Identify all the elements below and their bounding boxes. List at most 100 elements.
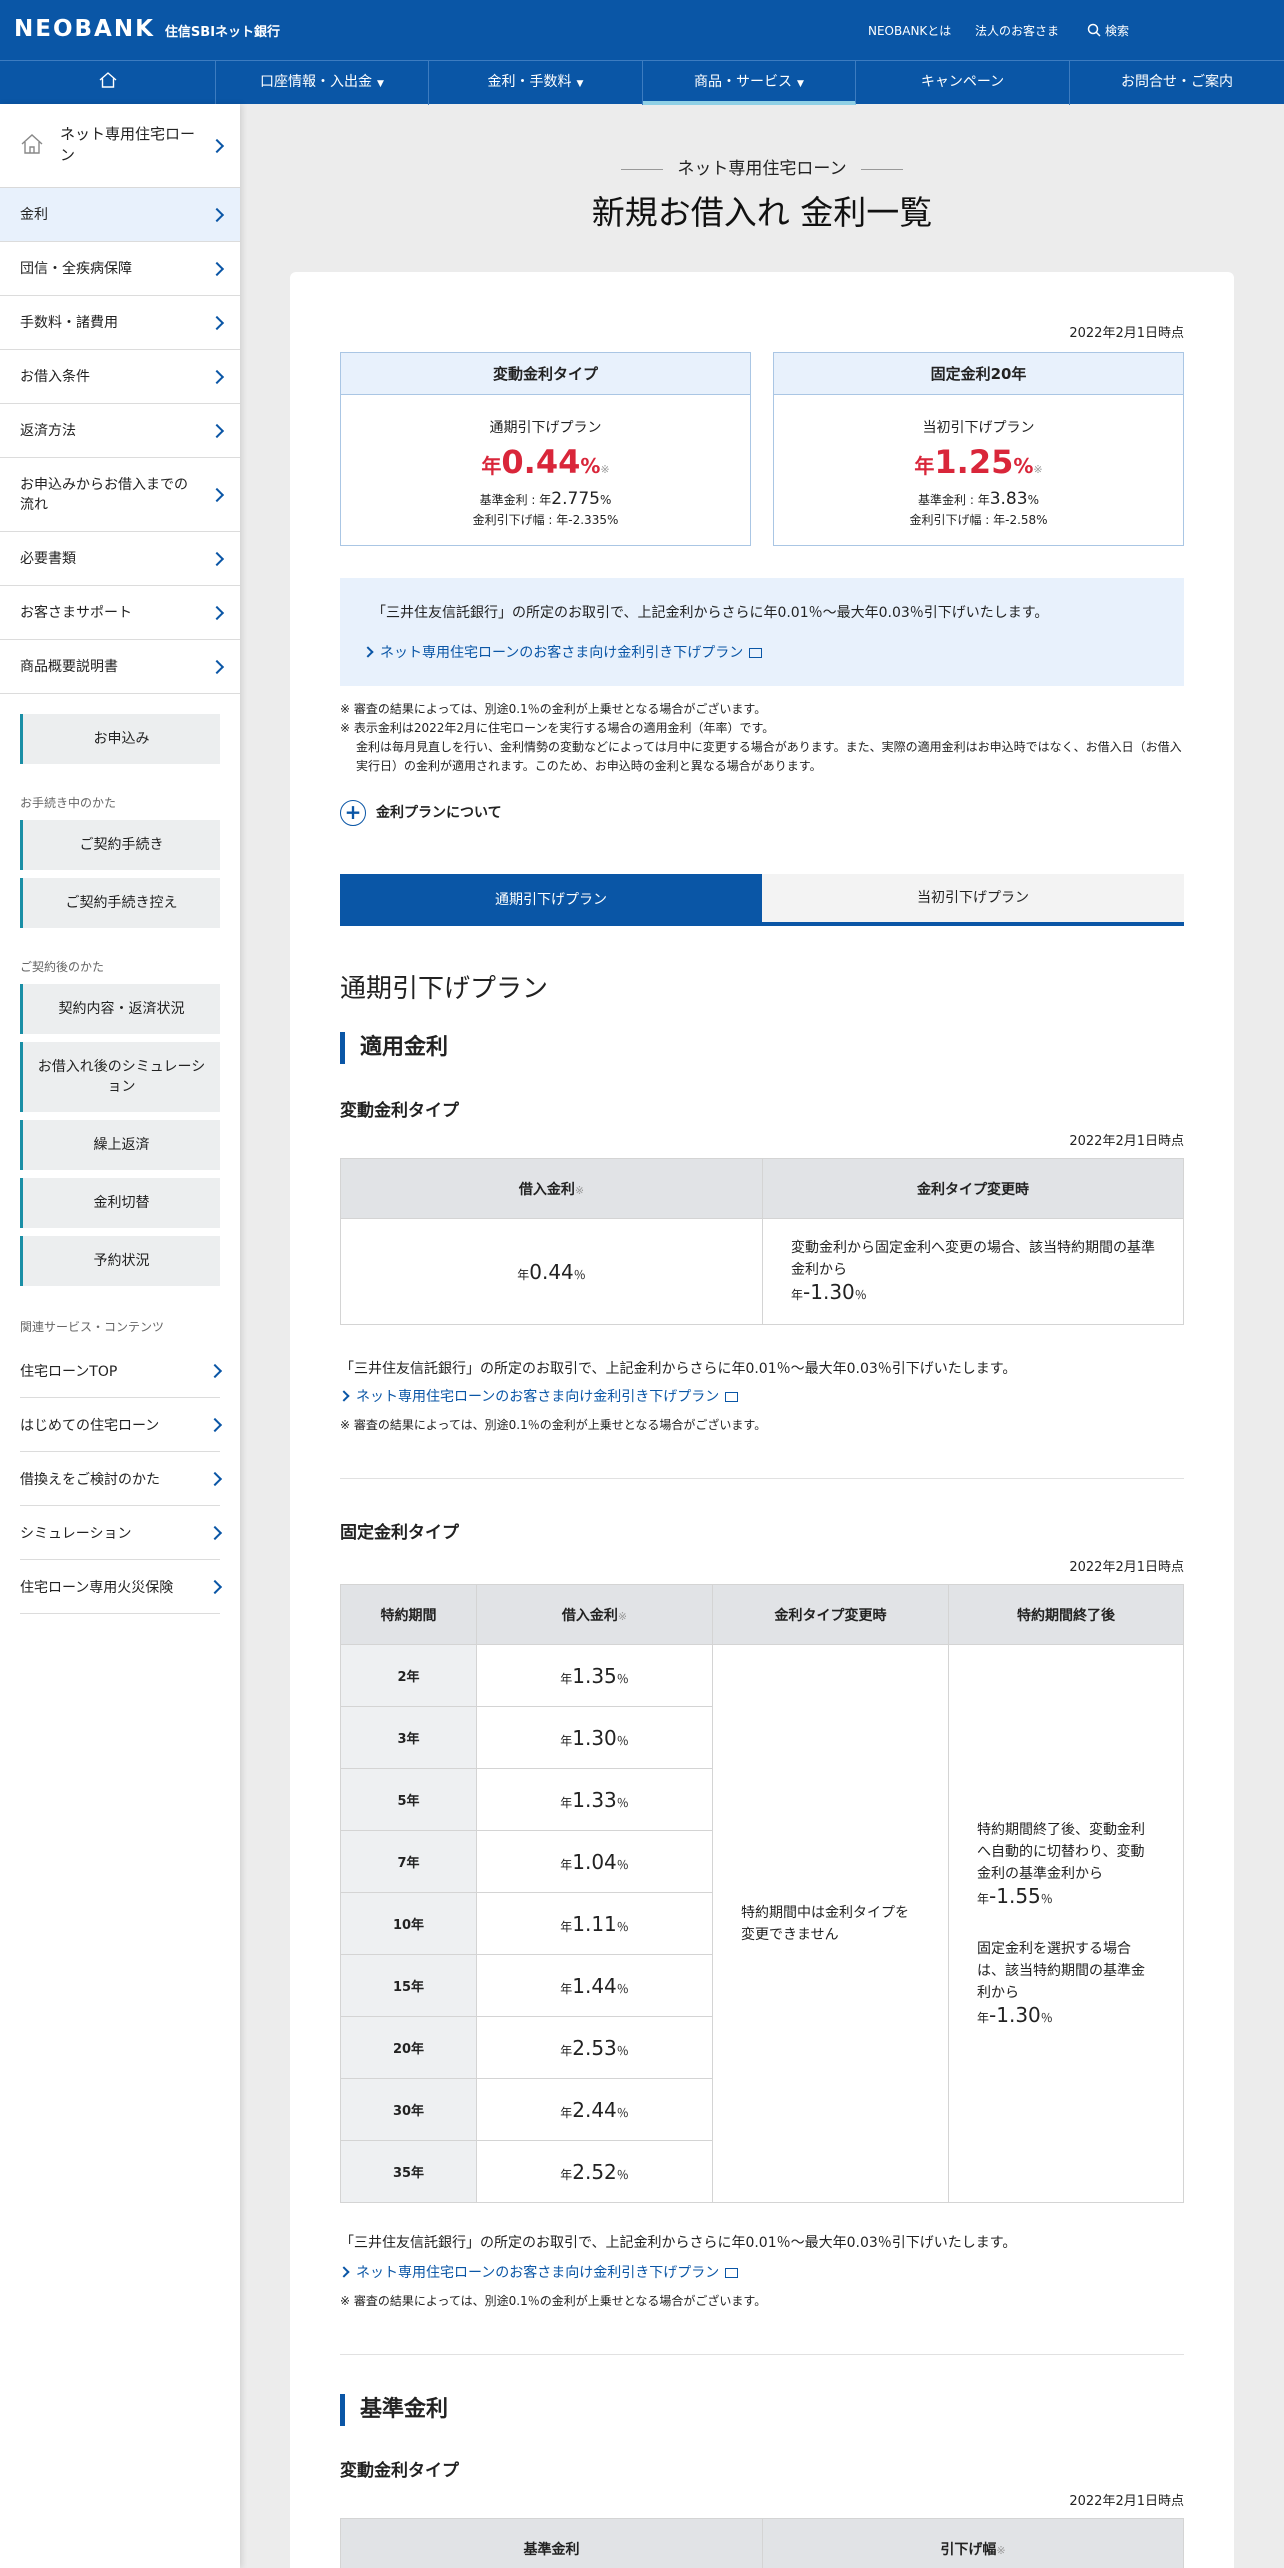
- period-end-text: 固定金利を選択する場合は、該当特約期間の基準金利から 年-1.30％: [977, 1938, 1155, 2029]
- sidebar-header[interactable]: ネット専用住宅ローン: [0, 104, 240, 188]
- sidebar-item-support[interactable]: お客さまサポート: [0, 586, 240, 640]
- base-unit: %: [599, 493, 612, 507]
- rate-cell: 年1.35％: [476, 1644, 713, 1707]
- reservation-status-button[interactable]: 予約状況: [20, 1236, 220, 1286]
- column-header: 基準金利: [340, 2518, 763, 2568]
- period-end-text: 特約期間終了後、変動金利へ自動的に切替わり、変動金利の基準金利から 年-1.55％: [977, 1819, 1155, 1910]
- apply-button[interactable]: お申込み: [20, 714, 220, 764]
- sidebar-item-documents[interactable]: 必要書類: [0, 532, 240, 586]
- variable-rate-cell: 年0.44％: [340, 1218, 763, 1325]
- nav-home[interactable]: [0, 61, 216, 105]
- nav-rates[interactable]: 金利・手数料 ▼: [429, 61, 643, 105]
- rate-value: 0.44: [501, 443, 581, 481]
- type-change-cell: 特約期間中は金利タイプを変更できません: [712, 1644, 949, 2203]
- rate-value: 1.30: [572, 1725, 617, 1750]
- rate-unit: %: [1013, 454, 1034, 478]
- chevron-right-icon: [209, 605, 225, 620]
- sidebar-item-label: 団信・全疾病保障: [20, 260, 132, 277]
- sidebar-item-conditions[interactable]: お借入条件: [0, 350, 240, 404]
- related-link-refinance[interactable]: 借換えをご検討のかた: [20, 1452, 223, 1506]
- nav-contact[interactable]: お問合せ・ご案内: [1070, 61, 1284, 105]
- rate-box-diff: 金利引下げ幅 : 年-2.335%: [472, 513, 619, 527]
- discount-note: 「三井住友信託銀行」の所定のお取引で、上記金利からさらに年0.01％～最大年0.…: [340, 1361, 1017, 1377]
- term-cell: 3年: [340, 1706, 477, 1769]
- post-loan-simulation-button[interactable]: お借入れ後のシミュレーション: [20, 1042, 220, 1112]
- discount-notice: 「三井住友信託銀行」の所定のお取引で、上記金利からさらに年0.01％～最大年0.…: [340, 578, 1184, 686]
- nav-rates-label: 金利・手数料: [487, 74, 572, 90]
- divider: [340, 2354, 1184, 2355]
- sidebar-item-fees[interactable]: 手数料・諸費用: [0, 296, 240, 350]
- chevron-right-icon: [338, 1390, 350, 1402]
- rate-value: -1.55: [989, 1883, 1041, 1908]
- rate-value: 1.44: [572, 1973, 617, 1998]
- related-link-top[interactable]: 住宅ローンTOP: [20, 1344, 223, 1398]
- page-eyebrow: ネット専用住宅ローン: [240, 154, 1284, 179]
- nav-account[interactable]: 口座情報・入出金 ▼: [216, 61, 429, 105]
- note-mark: ※: [617, 1609, 628, 1623]
- discount-plan-link-3[interactable]: ネット専用住宅ローンのお客さま向け金利引き下げプラン: [338, 2262, 739, 2282]
- contract-copy-button[interactable]: ご契約手続き控え: [20, 878, 220, 928]
- rate-unit: ％: [616, 1733, 629, 1748]
- search-label: 検索: [1105, 24, 1130, 38]
- term-cell: 7年: [340, 1830, 477, 1893]
- related-link-fire-insurance[interactable]: 住宅ローン専用火災保険: [20, 1560, 223, 1614]
- rate-unit: ％: [616, 1857, 629, 1872]
- nav-products[interactable]: 商品・サービス ▼: [643, 61, 856, 105]
- related-link-label: 住宅ローン専用火災保険: [20, 1579, 174, 1596]
- external-window-icon: [749, 648, 763, 658]
- variable-rate-table: 借入金利※ 金利タイプ変更時 年0.44％ 変動金利から固定金利へ変更の場合、該…: [340, 1158, 1184, 1325]
- contract-procedure-button[interactable]: ご契約手続き: [20, 820, 220, 870]
- nav-account-label: 口座情報・入出金: [260, 74, 373, 90]
- tab-initial-period[interactable]: 当初引下げプラン: [762, 874, 1184, 926]
- header-search[interactable]: 検索: [1087, 22, 1129, 39]
- sidebar-item-summary[interactable]: 商品概要説明書: [0, 640, 240, 694]
- rate-unit: ％: [616, 2167, 629, 2182]
- rate-value: 1.35: [572, 1663, 617, 1688]
- prepayment-button[interactable]: 繰上返済: [20, 1120, 220, 1170]
- rate-plan-toggle[interactable]: + 金利プランについて: [340, 800, 502, 826]
- note-mark: ※: [574, 1183, 585, 1197]
- rate-prefix: 年: [481, 454, 502, 478]
- rate-value: 2.52: [572, 2159, 617, 2184]
- note-line: ※ 審査の結果によっては、別途0.1％の金利が上乗せとなる場合がございます。: [340, 702, 767, 716]
- variable-date: 2022年2月1日時点: [1069, 1134, 1184, 1149]
- external-window-icon: [725, 1392, 739, 1402]
- sidebar-item-label: お借入条件: [20, 368, 90, 385]
- summary-date: 2022年2月1日時点: [1069, 326, 1184, 341]
- chevron-right-icon: [209, 261, 225, 276]
- rate-cell: 年2.52％: [476, 2140, 713, 2203]
- related-link-label: 住宅ローンTOP: [20, 1363, 118, 1380]
- plus-circle-icon: +: [340, 800, 366, 826]
- tab-full-period[interactable]: 通期引下げプラン: [340, 874, 762, 926]
- discount-plan-link[interactable]: ネット専用住宅ローンのお客さま向け金利引き下げプラン: [362, 642, 763, 662]
- rate-cell: 年2.53％: [476, 2016, 713, 2079]
- sidebar-item-repayment[interactable]: 返済方法: [0, 404, 240, 458]
- note-mark: ※: [996, 2543, 1006, 2557]
- sidebar-item-rates[interactable]: 金利: [0, 188, 240, 242]
- chevron-right-icon: [207, 1417, 223, 1432]
- sidebar-item-insurance[interactable]: 団信・全疾病保障: [0, 242, 240, 296]
- content-card: 2022年2月1日時点 変動金利タイプ 通期引下げプラン 年0.44%※ 基準金…: [290, 272, 1234, 2568]
- sidebar-item-label: お申込みからお借入までの流れ: [20, 476, 188, 513]
- chevron-right-icon: [209, 659, 225, 674]
- base-unit: %: [1027, 493, 1039, 507]
- header-label: 借入金利: [561, 1607, 618, 1624]
- related-link-first-time[interactable]: はじめての住宅ローン: [20, 1398, 223, 1452]
- rate-prefix: 年: [977, 1891, 990, 1906]
- rate-cell: 年1.11％: [476, 1892, 713, 1955]
- header-link-about[interactable]: NEOBANKとは: [868, 22, 951, 39]
- rate-prefix: 年: [791, 1288, 804, 1302]
- column-header: 借入金利※: [476, 1584, 713, 1645]
- discount-plan-link-2[interactable]: ネット専用住宅ローンのお客さま向け金利引き下げプラン: [338, 1386, 739, 1406]
- related-link-simulation[interactable]: シミュレーション: [20, 1506, 223, 1560]
- chevron-right-icon: [207, 1471, 223, 1486]
- caret-down-icon: ▼: [797, 79, 804, 89]
- rate-cell: 年1.33％: [476, 1768, 713, 1831]
- sidebar-item-flow[interactable]: お申込みからお借入までの流れ: [0, 458, 240, 532]
- nav-campaign[interactable]: キャンペーン: [856, 61, 1070, 105]
- rate-box-rate: 年0.44%※: [341, 443, 750, 481]
- header-link-corporate[interactable]: 法人のお客さま: [975, 22, 1059, 39]
- rate-switch-button[interactable]: 金利切替: [20, 1178, 220, 1228]
- neobank-logo[interactable]: NEOBANK 住信SBIネット銀行: [14, 16, 280, 42]
- contract-status-button[interactable]: 契約内容・返済状況: [20, 984, 220, 1034]
